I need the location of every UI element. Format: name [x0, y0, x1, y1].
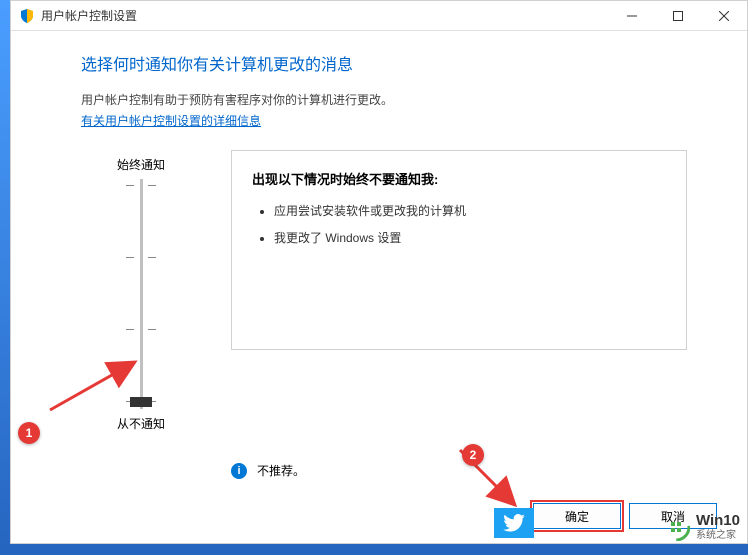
slider-tick — [126, 257, 156, 259]
warning-text: 不推荐。 — [257, 462, 305, 479]
list-item: 应用尝试安装软件或更改我的计算机 — [274, 202, 666, 219]
watermark-subtitle: 系统之家 — [696, 530, 740, 541]
slider-tick — [126, 329, 156, 331]
info-icon: i — [231, 463, 247, 479]
desktop-edge-left — [0, 0, 10, 555]
watermark: Win10 系统之家 — [662, 513, 740, 541]
slider-column: 始终通知 从不通知 — [81, 150, 201, 432]
slider-label-bottom: 从不通知 — [101, 415, 181, 432]
slider-track — [140, 179, 143, 409]
warning-row: i 不推荐。 — [231, 462, 687, 479]
slider-thumb[interactable] — [130, 397, 152, 407]
list-item: 我更改了 Windows 设置 — [274, 229, 666, 246]
watermark-icon — [662, 513, 690, 541]
help-link[interactable]: 有关用户帐户控制设置的详细信息 — [81, 114, 261, 128]
info-panel: 出现以下情况时始终不要通知我: 应用尝试安装软件或更改我的计算机 我更改了 Wi… — [231, 150, 687, 350]
main-area: 始终通知 从不通知 出现以下情况时始终不要通知我: 应用尝试安装软件或更改我的计… — [81, 150, 687, 432]
twitter-icon — [494, 508, 534, 538]
minimize-button[interactable] — [609, 1, 655, 31]
window-title: 用户帐户控制设置 — [41, 7, 609, 24]
maximize-button[interactable] — [655, 1, 701, 31]
uac-settings-window: 用户帐户控制设置 选择何时通知你有关计算机更改的消息 用户帐户控制有助于预防有害… — [10, 0, 748, 544]
window-controls — [609, 1, 747, 31]
shield-icon — [19, 8, 35, 24]
slider-tick — [126, 185, 156, 187]
watermark-title: Win10 — [696, 513, 740, 530]
info-list: 应用尝试安装软件或更改我的计算机 我更改了 Windows 设置 — [252, 202, 666, 246]
content-area: 选择何时通知你有关计算机更改的消息 用户帐户控制有助于预防有害程序对你的计算机进… — [11, 31, 747, 479]
page-heading: 选择何时通知你有关计算机更改的消息 — [81, 51, 687, 75]
info-title: 出现以下情况时始终不要通知我: — [252, 169, 666, 188]
titlebar: 用户帐户控制设置 — [11, 1, 747, 31]
close-button[interactable] — [701, 1, 747, 31]
slider-label-top: 始终通知 — [101, 156, 181, 173]
page-subtext: 用户帐户控制有助于预防有害程序对你的计算机进行更改。 — [81, 91, 687, 108]
notification-slider[interactable] — [101, 179, 181, 409]
taskbar-edge — [0, 543, 748, 555]
ok-button[interactable]: 确定 — [533, 503, 621, 529]
